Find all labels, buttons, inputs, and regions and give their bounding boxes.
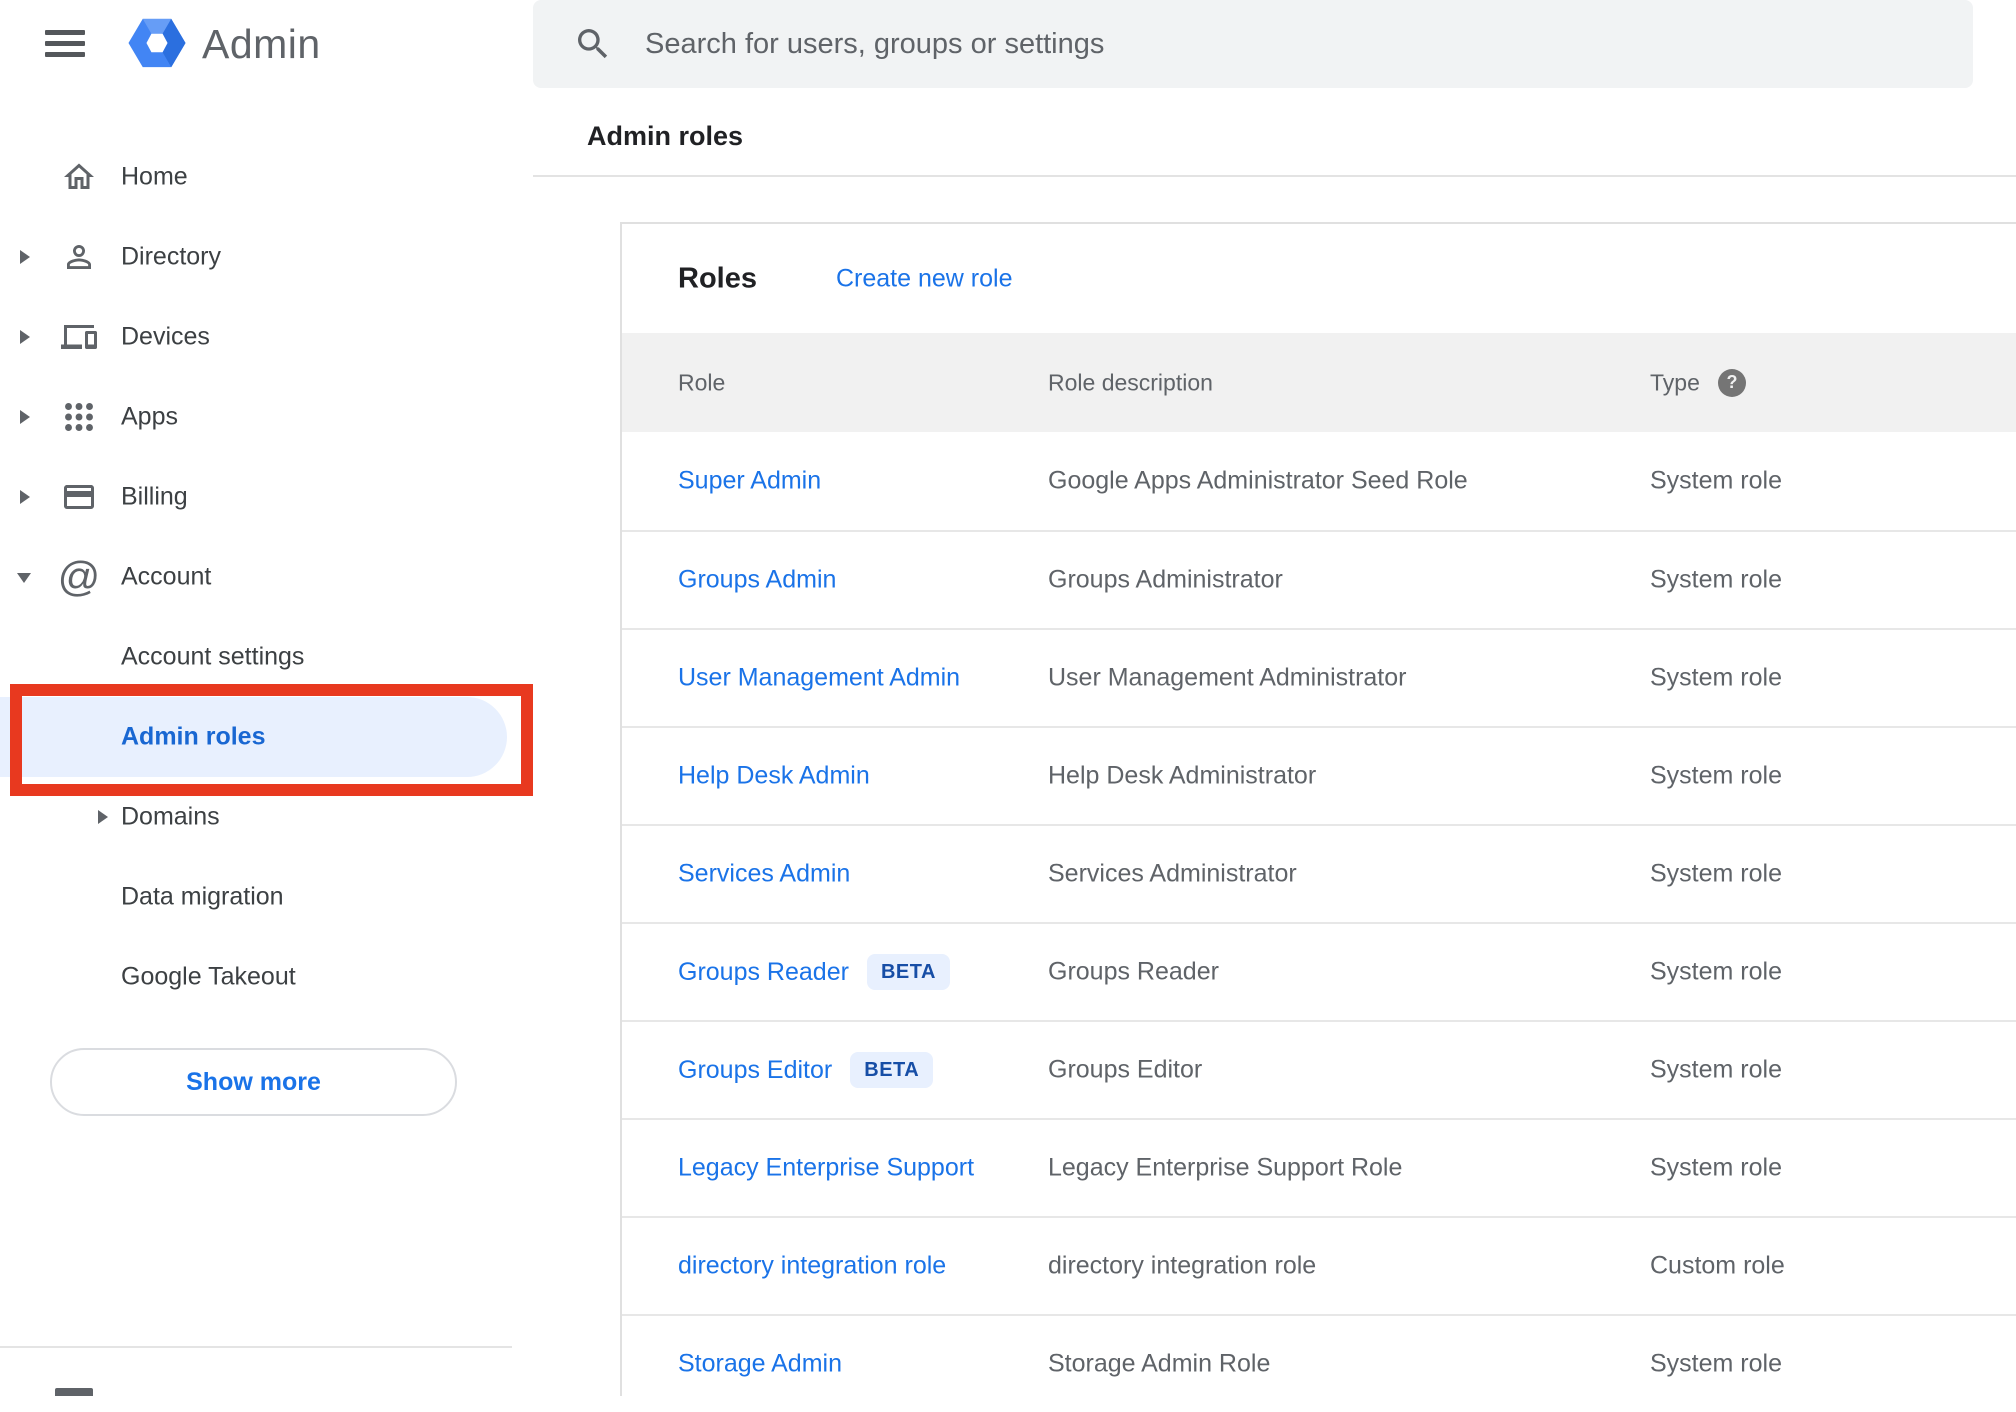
create-new-role-link[interactable]: Create new role: [836, 264, 1012, 293]
chevron-down-icon: [17, 573, 31, 583]
table-row: Storage Admin Storage Admin Role System …: [622, 1314, 2016, 1412]
role-description: User Management Administrator: [1048, 663, 1407, 692]
column-header-type: Type: [1650, 369, 1700, 395]
role-description: Help Desk Administrator: [1048, 761, 1317, 790]
chevron-right-icon: [98, 810, 108, 824]
sidebar-item-apps[interactable]: Apps: [0, 377, 533, 457]
table-body: Super Admin Google Apps Administrator Se…: [622, 432, 2016, 1412]
sidebar-item-devices[interactable]: Devices: [0, 297, 533, 377]
show-more-button[interactable]: Show more: [50, 1048, 457, 1116]
sidebar-item-domains[interactable]: Domains: [0, 777, 533, 857]
role-type: System role: [1650, 957, 1782, 986]
role-link[interactable]: Groups Editor BETA: [678, 1052, 934, 1088]
app-title: Admin: [202, 21, 321, 67]
chevron-right-icon: [20, 410, 30, 424]
search-icon: [578, 29, 608, 59]
role-link[interactable]: User Management Admin: [678, 664, 960, 693]
role-link[interactable]: Groups Admin: [678, 566, 836, 595]
role-link[interactable]: Services Admin: [678, 860, 850, 889]
role-link[interactable]: Super Admin: [678, 467, 821, 496]
role-type: System role: [1650, 565, 1782, 594]
sidebar-item-account[interactable]: @ Account: [0, 537, 533, 617]
person-icon: [57, 235, 101, 279]
admin-logo-icon: [128, 18, 186, 68]
role-description: Groups Administrator: [1048, 565, 1283, 594]
role-description: Storage Admin Role: [1048, 1349, 1271, 1378]
credit-card-icon: [57, 475, 101, 519]
sidebar-item-label: Admin roles: [121, 722, 266, 751]
table-row: Groups Editor BETA Groups Editor System r…: [622, 1020, 2016, 1118]
role-type: System role: [1650, 1349, 1782, 1378]
page-title: Admin roles: [587, 121, 744, 151]
role-link[interactable]: Storage Admin: [678, 1350, 842, 1379]
sidebar-item-label: Apps: [121, 402, 178, 431]
role-description: Google Apps Administrator Seed Role: [1048, 466, 1468, 495]
role-link[interactable]: directory integration role: [678, 1252, 946, 1281]
roles-card: Roles Create new role Role Role descript…: [620, 222, 2016, 1396]
table-row: directory integration role directory int…: [622, 1216, 2016, 1314]
sidebar-item-label: Billing: [121, 482, 188, 511]
role-description: Groups Editor: [1048, 1055, 1203, 1084]
table-row: Super Admin Google Apps Administrator Se…: [622, 432, 2016, 530]
table-row: Services Admin Services Administrator Sy…: [622, 824, 2016, 922]
column-header-role: Role: [678, 369, 726, 395]
sidebar-item-billing[interactable]: Billing: [0, 457, 533, 537]
table-row: Legacy Enterprise Support Legacy Enterpr…: [622, 1118, 2016, 1216]
search-input[interactable]: [645, 0, 1945, 88]
at-sign-icon: @: [57, 553, 101, 600]
hamburger-menu-icon[interactable]: [42, 24, 88, 64]
sidebar-item-label: Google Takeout: [121, 962, 296, 991]
roles-card-header: Roles Create new role: [622, 224, 2016, 333]
chevron-right-icon: [20, 490, 30, 504]
table-row: Groups Admin Groups Administrator System…: [622, 530, 2016, 628]
sidebar-item-home[interactable]: Home: [0, 137, 533, 217]
sidebar-divider: [0, 1346, 512, 1348]
sidebar-item-label: Account settings: [121, 642, 305, 671]
sidebar-item-label: Devices: [121, 322, 210, 351]
role-description: Groups Reader: [1048, 957, 1219, 986]
role-type: Custom role: [1650, 1251, 1785, 1280]
role-type: System role: [1650, 663, 1782, 692]
chevron-right-icon: [20, 330, 30, 344]
sidebar-item-account-settings[interactable]: Account settings: [0, 617, 533, 697]
beta-badge: BETA: [866, 954, 950, 990]
roles-title: Roles: [678, 262, 757, 294]
table-row: User Management Admin User Management Ad…: [622, 628, 2016, 726]
role-description: Legacy Enterprise Support Role: [1048, 1153, 1403, 1182]
sidebar-item-label: Domains: [121, 802, 220, 831]
apps-grid-icon: [57, 395, 101, 439]
role-link[interactable]: Groups Reader BETA: [678, 954, 950, 990]
help-icon[interactable]: ?: [1718, 368, 1746, 397]
chevron-right-icon: [20, 250, 30, 264]
devices-icon: [57, 315, 101, 359]
beta-badge: BETA: [850, 1052, 934, 1088]
sidebar-item-data-migration[interactable]: Data migration: [0, 857, 533, 937]
role-type: System role: [1650, 1153, 1782, 1182]
role-type: System role: [1650, 859, 1782, 888]
header-divider: [533, 175, 2016, 177]
sidebar-item-google-takeout[interactable]: Google Takeout: [0, 937, 533, 1017]
table-row: Help Desk Admin Help Desk Administrator …: [622, 726, 2016, 824]
role-description: directory integration role: [1048, 1251, 1317, 1280]
home-icon: [57, 155, 101, 199]
sidebar-item-admin-roles[interactable]: Admin roles: [0, 697, 507, 777]
role-type: System role: [1650, 466, 1782, 495]
table-row: Groups Reader BETA Groups Reader System r…: [622, 922, 2016, 1020]
search-bar: [533, 0, 1973, 88]
role-type: System role: [1650, 1055, 1782, 1084]
clipped-bottom-icon: [55, 1388, 93, 1396]
sidebar-item-label: Data migration: [121, 882, 284, 911]
role-description: Services Administrator: [1048, 859, 1297, 888]
role-link[interactable]: Legacy Enterprise Support: [678, 1154, 974, 1183]
sidebar-item-directory[interactable]: Directory: [0, 217, 533, 297]
sidebar: Admin Home Directory Devices Apps Billin…: [0, 0, 533, 1396]
table-header-row: Role Role description Type ?: [622, 333, 2016, 432]
column-header-description: Role description: [1048, 369, 1213, 395]
role-type: System role: [1650, 761, 1782, 790]
sidebar-nav: Home Directory Devices Apps Billing @ Ac…: [0, 137, 533, 1017]
role-link[interactable]: Help Desk Admin: [678, 762, 870, 791]
sidebar-item-label: Home: [121, 162, 188, 191]
sidebar-item-label: Account: [121, 562, 212, 591]
sidebar-item-label: Directory: [121, 242, 222, 271]
